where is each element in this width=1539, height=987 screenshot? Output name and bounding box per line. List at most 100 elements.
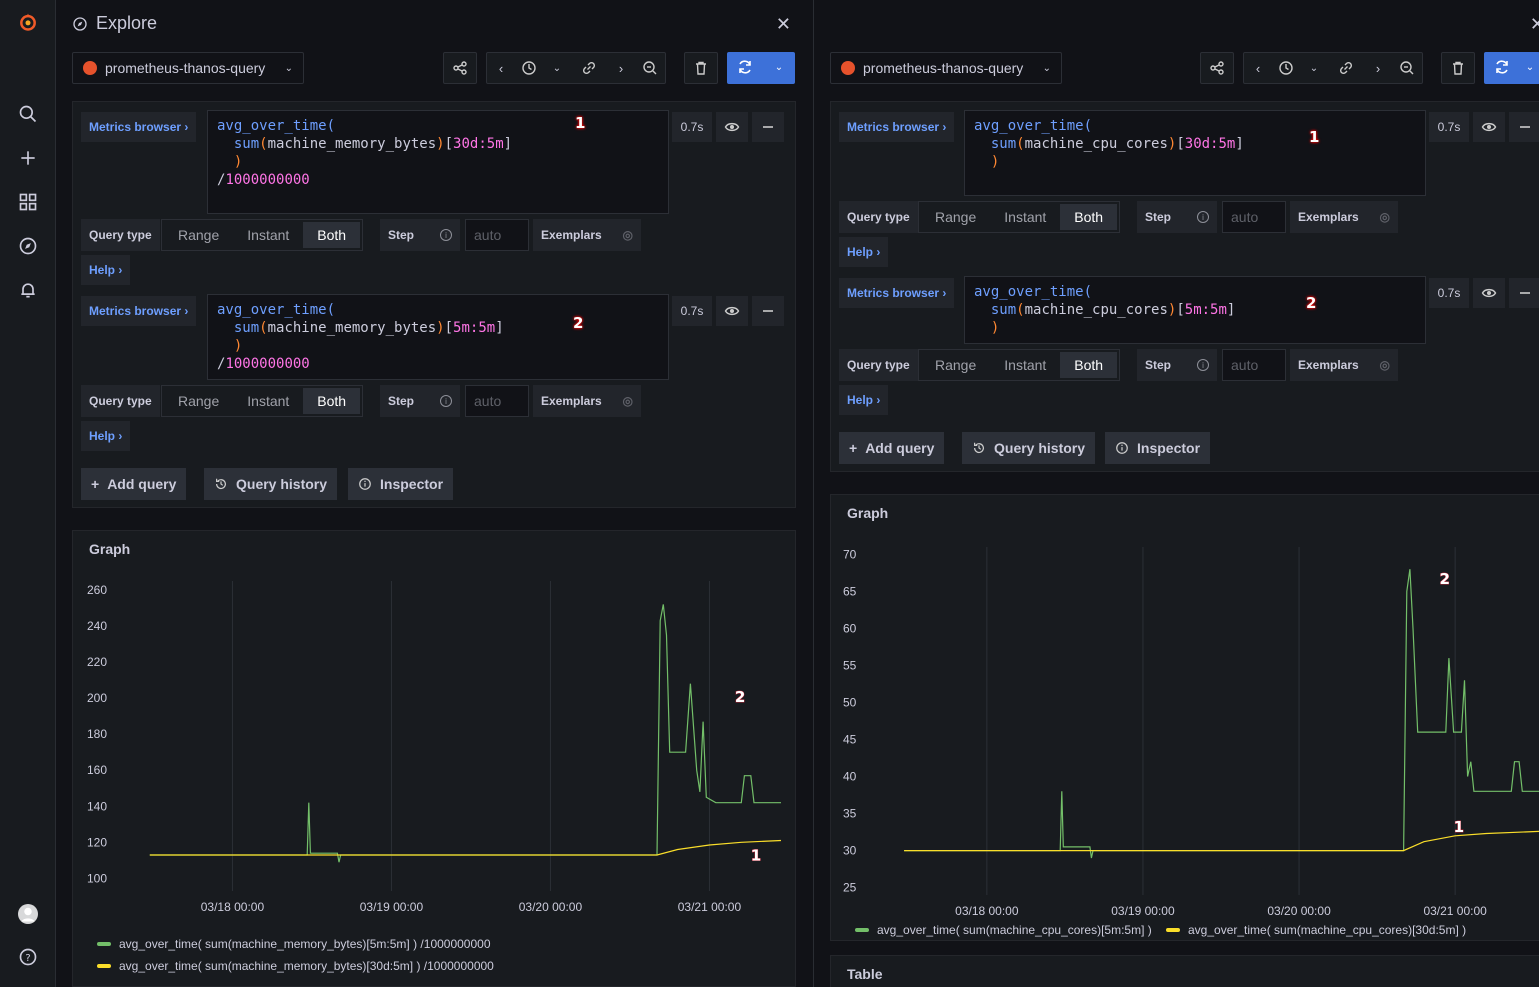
time-back-button[interactable]: ‹ [1244, 53, 1272, 83]
inspector-button[interactable]: Inspector [348, 468, 454, 500]
step-input[interactable]: auto [1222, 201, 1286, 233]
chart-annotation: 2 [735, 688, 745, 706]
exemplars-toggle[interactable]: Exemplars ◎ [533, 385, 641, 417]
time-range-dropdown[interactable]: ⌄ [1300, 53, 1328, 83]
time-forward-button[interactable]: › [1364, 53, 1392, 83]
legend-item[interactable]: avg_over_time( sum(machine_memory_bytes)… [97, 959, 494, 973]
info-icon[interactable]: i [440, 395, 452, 407]
run-options-dropdown[interactable]: ⌄ [1520, 52, 1539, 82]
help-button[interactable]: Help › [839, 385, 889, 415]
eye-icon[interactable] [1473, 278, 1505, 308]
step-input[interactable]: auto [1222, 349, 1286, 381]
zoom-out-icon[interactable] [635, 53, 665, 83]
radio-instant[interactable]: Instant [990, 204, 1060, 230]
step-input[interactable]: auto [465, 219, 529, 251]
y-tick-label: 55 [843, 658, 857, 672]
query-input[interactable]: avg_over_time( sum(machine_cpu_cores)[30… [964, 110, 1426, 196]
exemplars-toggle[interactable]: Exemplars ◎ [1290, 201, 1398, 233]
metrics-browser-button[interactable]: Metrics browser › [81, 112, 197, 142]
radio-instant[interactable]: Instant [990, 352, 1060, 378]
zoom-out-icon[interactable] [1392, 53, 1422, 83]
info-icon[interactable]: i [1197, 211, 1209, 223]
minus-icon[interactable] [752, 112, 784, 142]
clear-all-button[interactable] [684, 52, 718, 84]
x-tick-label: 03/18 00:00 [955, 904, 1019, 917]
time-forward-button[interactable]: › [607, 53, 635, 83]
minus-icon[interactable] [1509, 278, 1539, 308]
legend-item[interactable]: avg_over_time( sum(machine_cpu_cores)[5m… [855, 923, 1152, 937]
query-type-label: Query type [839, 349, 918, 381]
metrics-browser-button[interactable]: Metrics browser › [839, 112, 955, 142]
radio-both[interactable]: Both [1060, 204, 1118, 230]
radio-both[interactable]: Both [303, 222, 361, 248]
legend-item[interactable]: avg_over_time( sum(machine_cpu_cores)[30… [1166, 923, 1466, 937]
minus-icon[interactable] [752, 296, 784, 326]
eye-icon[interactable] [716, 296, 748, 326]
y-tick-label: 100 [87, 871, 107, 885]
help-button[interactable]: Help › [839, 237, 889, 267]
run-query-button[interactable]: ⌄ [727, 52, 795, 84]
close-pane-button[interactable]: ✕ [776, 14, 791, 35]
run-query-button[interactable]: ⌄ [1484, 52, 1539, 84]
radio-range[interactable]: Range [921, 352, 990, 378]
metrics-browser-button[interactable]: Metrics browser › [839, 278, 955, 308]
radio-instant[interactable]: Instant [233, 222, 303, 248]
close-pane-button[interactable]: ✕ [1530, 14, 1539, 35]
info-icon[interactable]: i [440, 229, 452, 241]
radio-both[interactable]: Both [1060, 352, 1118, 378]
grafana-logo-icon[interactable] [12, 6, 44, 38]
graph-chart[interactable]: 03/18 00:00 03/19 00:00 03/20 00:00 03/21 0… [831, 535, 1539, 917]
link-icon[interactable] [1328, 53, 1364, 83]
query-input[interactable]: avg_over_time( sum(machine_memory_bytes)… [207, 110, 669, 214]
chevron-down-icon: ⌄ [1042, 62, 1051, 74]
run-options-dropdown[interactable]: ⌄ [763, 52, 795, 82]
query-type-radio: Range Instant Both [161, 219, 364, 251]
eye-icon[interactable] [1473, 112, 1505, 142]
minus-icon[interactable] [1509, 112, 1539, 142]
radio-range[interactable]: Range [164, 388, 233, 414]
help-button[interactable]: Help › [81, 255, 131, 285]
share-button[interactable] [1200, 52, 1234, 84]
legend-item[interactable]: avg_over_time( sum(machine_memory_bytes)… [97, 937, 491, 951]
query-input[interactable]: avg_over_time( sum(machine_memory_bytes)… [207, 294, 669, 380]
metrics-browser-button[interactable]: Metrics browser › [81, 296, 197, 326]
explore-icon[interactable] [12, 230, 44, 262]
graph-chart[interactable]: 03/18 00:00 03/19 00:00 03/20 00:00 03/21 0… [73, 571, 797, 931]
plus-icon[interactable] [12, 142, 44, 174]
query-editor-panel: Metrics browser › avg_over_time( sum(mac… [830, 101, 1539, 472]
time-back-button[interactable]: ‹ [487, 53, 515, 83]
add-query-button[interactable]: + Add query [81, 468, 187, 500]
help-icon[interactable]: ? [12, 941, 44, 973]
inspector-button[interactable]: Inspector [1105, 432, 1211, 464]
time-range-dropdown[interactable]: ⌄ [543, 53, 571, 83]
avatar[interactable] [12, 898, 44, 930]
radio-range[interactable]: Range [164, 222, 233, 248]
x-tick-label: 03/21 00:00 [678, 900, 742, 914]
radio-range[interactable]: Range [921, 204, 990, 230]
help-button[interactable]: Help › [81, 421, 131, 451]
query-history-button[interactable]: Query history [962, 432, 1096, 464]
graph-panel: Graph 03/18 00:00 03/19 00:00 03/20 00:00 0… [830, 494, 1539, 941]
alerting-icon[interactable] [12, 274, 44, 306]
info-icon[interactable]: i [1197, 359, 1209, 371]
series-line [904, 830, 1539, 852]
search-icon[interactable] [12, 98, 44, 130]
add-query-button[interactable]: + Add query [839, 432, 945, 464]
eye-icon[interactable] [716, 112, 748, 142]
query-input[interactable]: avg_over_time( sum(machine_cpu_cores)[5m… [964, 276, 1426, 344]
datasource-picker[interactable]: prometheus-thanos-query ⌄ [72, 52, 304, 84]
clear-all-button[interactable] [1441, 52, 1475, 84]
exemplars-toggle[interactable]: Exemplars ◎ [1290, 349, 1398, 381]
link-icon[interactable] [571, 53, 607, 83]
exemplars-toggle[interactable]: Exemplars ◎ [533, 219, 641, 251]
dashboards-icon[interactable] [12, 186, 44, 218]
share-button[interactable] [443, 52, 477, 84]
query-history-button[interactable]: Query history [204, 468, 338, 500]
radio-instant[interactable]: Instant [233, 388, 303, 414]
step-input[interactable]: auto [465, 385, 529, 417]
clock-icon[interactable] [515, 53, 543, 83]
clock-icon[interactable] [1272, 53, 1300, 83]
datasource-picker[interactable]: prometheus-thanos-query ⌄ [830, 52, 1062, 84]
radio-both[interactable]: Both [303, 388, 361, 414]
time-picker-group: ‹ ⌄ › [486, 52, 666, 84]
